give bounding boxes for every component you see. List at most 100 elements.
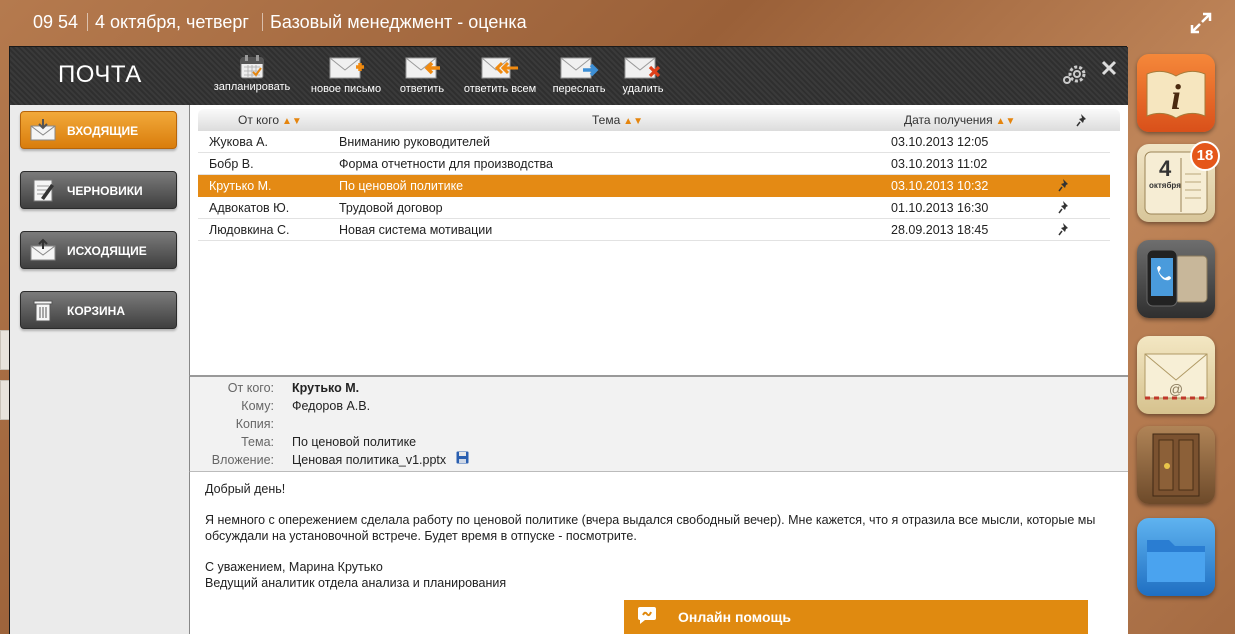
folder-app-icon[interactable]	[1137, 518, 1215, 596]
mail-app-icon[interactable]: @	[1137, 336, 1215, 414]
cell-subject: По ценовой политике	[339, 179, 464, 193]
phone-app-icon[interactable]	[1137, 240, 1215, 318]
notification-badge: 18	[1190, 141, 1220, 171]
outbox-envelope-icon	[30, 238, 56, 261]
folder-label: ИСХОДЯЩИЕ	[67, 244, 147, 258]
cell-date: 01.10.2013 16:30	[891, 201, 989, 215]
to-value: Федоров А.В.	[292, 399, 371, 413]
divider	[262, 13, 263, 31]
table-row[interactable]: Людовкина С. Новая система мотивации 28.…	[198, 219, 1110, 241]
schedule-label: запланировать	[213, 81, 291, 93]
attachment-label: Вложение:	[211, 453, 274, 467]
body-signature: С уважением, Марина Крутько	[205, 560, 383, 574]
pin-icon[interactable]	[1058, 222, 1072, 236]
online-help-button[interactable]: Онлайн помощь	[624, 600, 1088, 634]
cell-date: 28.09.2013 18:45	[891, 223, 989, 237]
folder-outbox[interactable]: ИСХОДЯЩИЕ	[20, 231, 177, 269]
app-dock: i 4 октября @	[1131, 46, 1235, 634]
reply-all-label: ответить всем	[463, 83, 537, 95]
trash-icon	[33, 300, 53, 322]
delete-mail-icon	[624, 57, 661, 79]
message-list: От кого ▲▼ Тема ▲▼ Дата получения ▲▼ Жукова…	[189, 105, 1128, 375]
folder-drafts[interactable]: ЧЕРНОВИКИ	[20, 171, 177, 209]
column-date[interactable]: Дата получения ▲▼	[904, 113, 1015, 127]
attachment-link[interactable]: Ценовая политика_v1.pptx	[292, 453, 446, 467]
expand-icon[interactable]	[1188, 10, 1214, 36]
cell-date: 03.10.2013 11:02	[891, 157, 988, 171]
cell-subject: Новая система мотивации	[339, 223, 493, 237]
svg-text:@: @	[1169, 381, 1183, 397]
folder-trash[interactable]: КОРЗИНА	[20, 291, 177, 329]
online-help-label: Онлайн помощь	[678, 609, 791, 625]
pin-icon[interactable]	[1058, 178, 1072, 192]
column-from[interactable]: От кого ▲▼	[238, 113, 302, 127]
close-icon[interactable]	[1100, 59, 1118, 77]
cell-from: Крутько М.	[209, 179, 272, 193]
cell-date: 03.10.2013 12:05	[891, 135, 989, 149]
from-label: От кого:	[227, 381, 274, 395]
cell-from: Адвокатов Ю.	[209, 201, 290, 215]
delete-label: удалить	[622, 83, 664, 95]
save-icon[interactable]	[456, 451, 469, 464]
folder-label: КОРЗИНА	[67, 304, 125, 318]
list-header: От кого ▲▼ Тема ▲▼ Дата получения ▲▼	[198, 109, 1120, 131]
reply-icon	[405, 57, 440, 79]
drafts-notepad-icon	[33, 179, 54, 202]
reply-all-icon	[481, 57, 518, 79]
reply-button[interactable]: ответить	[394, 55, 450, 97]
folder-label: ВХОДЯЩИЕ	[67, 124, 139, 138]
subject-value: По ценовой политике	[292, 435, 417, 449]
folder-sidebar: ВХОДЯЩИЕ ЧЕРНОВИКИ ИСХОДЯЩИЕ КОРЗИНА	[10, 105, 189, 634]
message-header: От кого: Крутько М. Кому: Федоров А.В. К…	[189, 375, 1128, 471]
gear-icon[interactable]	[1062, 61, 1088, 87]
reply-all-button[interactable]: ответить всем	[458, 55, 542, 97]
chat-bubble-icon	[638, 607, 656, 624]
forward-label: переслать	[552, 83, 606, 95]
cell-from: Людовкина С.	[209, 223, 290, 237]
body-text: Я немного с опережением сделала работу п…	[205, 513, 1096, 543]
session-title: Базовый менеджмент - оценка	[270, 12, 527, 32]
to-label: Кому:	[241, 399, 274, 413]
inbox-envelope-icon	[30, 119, 56, 141]
cell-subject: Форма отчетности для производства	[339, 157, 554, 171]
mail-title: ПОЧТА	[58, 61, 142, 88]
pin-icon[interactable]	[1058, 200, 1072, 214]
cell-from: Жукова А.	[209, 135, 268, 149]
calendar-icon	[240, 55, 264, 79]
info-app-icon[interactable]: i	[1137, 54, 1215, 132]
status-bar: 09 54 4 октября, четверг Базовый менеджм…	[0, 0, 1235, 46]
cell-from: Бобр В.	[209, 157, 254, 171]
cell-date: 03.10.2013 10:32	[891, 179, 989, 193]
table-row-selected[interactable]: Крутько М. По ценовой политике 03.10.201…	[198, 175, 1110, 197]
reply-label: ответить	[399, 83, 445, 95]
new-letter-button[interactable]: новое письмо	[306, 55, 386, 97]
table-row[interactable]: Жукова А. Вниманию руководителей 03.10.2…	[198, 131, 1110, 153]
body-greeting: Добрый день!	[205, 482, 286, 496]
forward-button[interactable]: переслать	[548, 55, 610, 97]
column-subject[interactable]: Тема ▲▼	[592, 113, 643, 127]
divider	[87, 13, 88, 31]
delete-button[interactable]: удалить	[618, 55, 668, 97]
door-app-icon[interactable]	[1137, 426, 1215, 504]
svg-text:октября: октября	[1149, 181, 1181, 190]
cell-subject: Вниманию руководителей	[339, 135, 490, 149]
cc-label: Копия:	[235, 417, 274, 431]
subject-label: Тема:	[241, 435, 274, 449]
mail-toolbar: ПОЧТА запланировать новое письмо ответит…	[10, 47, 1128, 105]
new-letter-label: новое письмо	[310, 83, 382, 95]
new-mail-icon	[329, 57, 364, 79]
folder-label: ЧЕРНОВИКИ	[67, 184, 143, 198]
table-row[interactable]: Бобр В. Форма отчетности для производств…	[198, 153, 1110, 175]
clock-time: 09 54	[33, 12, 79, 32]
cell-subject: Трудовой договор	[339, 201, 443, 215]
svg-text:i: i	[1171, 77, 1181, 117]
table-row[interactable]: Адвокатов Ю. Трудовой договор 01.10.2013…	[198, 197, 1110, 219]
schedule-button[interactable]: запланировать	[206, 55, 298, 97]
pin-icon[interactable]	[1076, 113, 1090, 127]
svg-text:4: 4	[1159, 156, 1172, 181]
current-date: 4 октября, четверг	[95, 12, 249, 32]
folder-inbox[interactable]: ВХОДЯЩИЕ	[20, 111, 177, 149]
mail-window: ПОЧТА запланировать новое письмо ответит…	[9, 46, 1128, 634]
forward-icon	[560, 57, 599, 79]
from-value: Крутько М.	[292, 381, 360, 395]
